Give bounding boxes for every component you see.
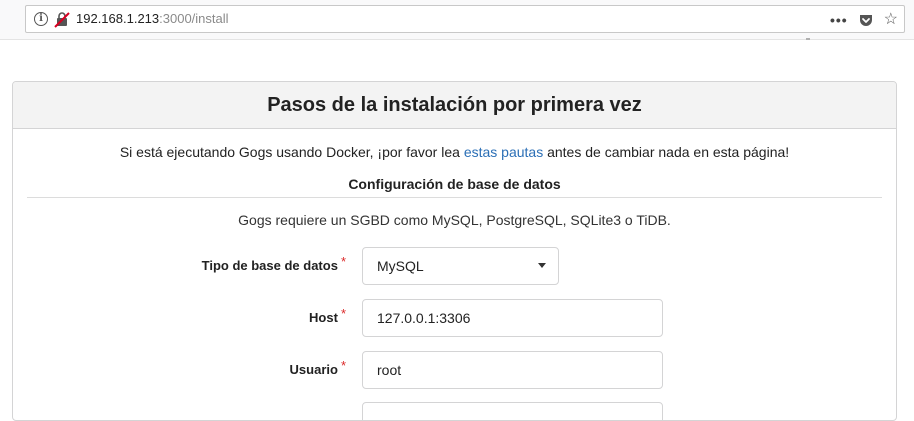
user-label-text: Usuario <box>289 362 338 377</box>
required-marker: * <box>340 254 346 269</box>
docker-notice-prefix: Si está ejecutando Gogs usando Docker, ¡… <box>119 144 464 160</box>
db-help-text: Gogs requiere un SGBD como MySQL, Postgr… <box>238 212 671 228</box>
user-label: Usuario * <box>289 358 346 377</box>
url-host: 192.168.1.213 <box>76 11 160 26</box>
host-label-text: Host <box>309 310 338 325</box>
browser-toolbar: i 192.168.1.213:3000/install ••• ☆ <box>0 0 914 40</box>
more-actions-icon[interactable]: ••• <box>830 11 848 29</box>
insecure-lock-icon[interactable] <box>54 11 70 28</box>
docker-notice: Si está ejecutando Gogs usando Docker, ¡… <box>13 144 896 160</box>
dropdown-caret-icon <box>538 263 546 268</box>
url-path: :3000/install <box>159 11 229 26</box>
db-type-select[interactable]: MySQL <box>362 247 559 285</box>
docker-notice-suffix: antes de cambiar nada en esta página! <box>543 144 790 160</box>
db-type-label: Tipo de base de datos * <box>201 254 346 273</box>
password-input[interactable] <box>362 402 663 420</box>
info-icon[interactable]: i <box>34 12 48 26</box>
toolbar-divider <box>806 38 810 40</box>
pocket-icon[interactable] <box>858 12 874 28</box>
url-actions: ••• ☆ <box>830 10 898 30</box>
host-label: Host * <box>309 306 346 325</box>
host-input[interactable]: 127.0.0.1:3306 <box>362 299 663 337</box>
install-panel: Pasos de la instalación por primera vez … <box>12 81 897 421</box>
docker-guidelines-link[interactable]: estas pautas <box>464 144 543 160</box>
db-section-title: Configuración de base de datos <box>348 176 561 192</box>
db-type-value: MySQL <box>377 258 424 274</box>
section-divider <box>27 197 882 198</box>
url-text[interactable]: 192.168.1.213:3000/install <box>76 11 229 27</box>
db-type-label-text: Tipo de base de datos <box>201 258 338 273</box>
install-title: Pasos de la instalación por primera vez <box>13 82 896 129</box>
user-input[interactable]: root <box>362 351 663 389</box>
address-bar[interactable]: i 192.168.1.213:3000/install ••• ☆ <box>25 5 905 33</box>
required-marker: * <box>340 358 346 373</box>
bookmark-star-icon[interactable]: ☆ <box>884 11 898 29</box>
required-marker: * <box>340 306 346 321</box>
